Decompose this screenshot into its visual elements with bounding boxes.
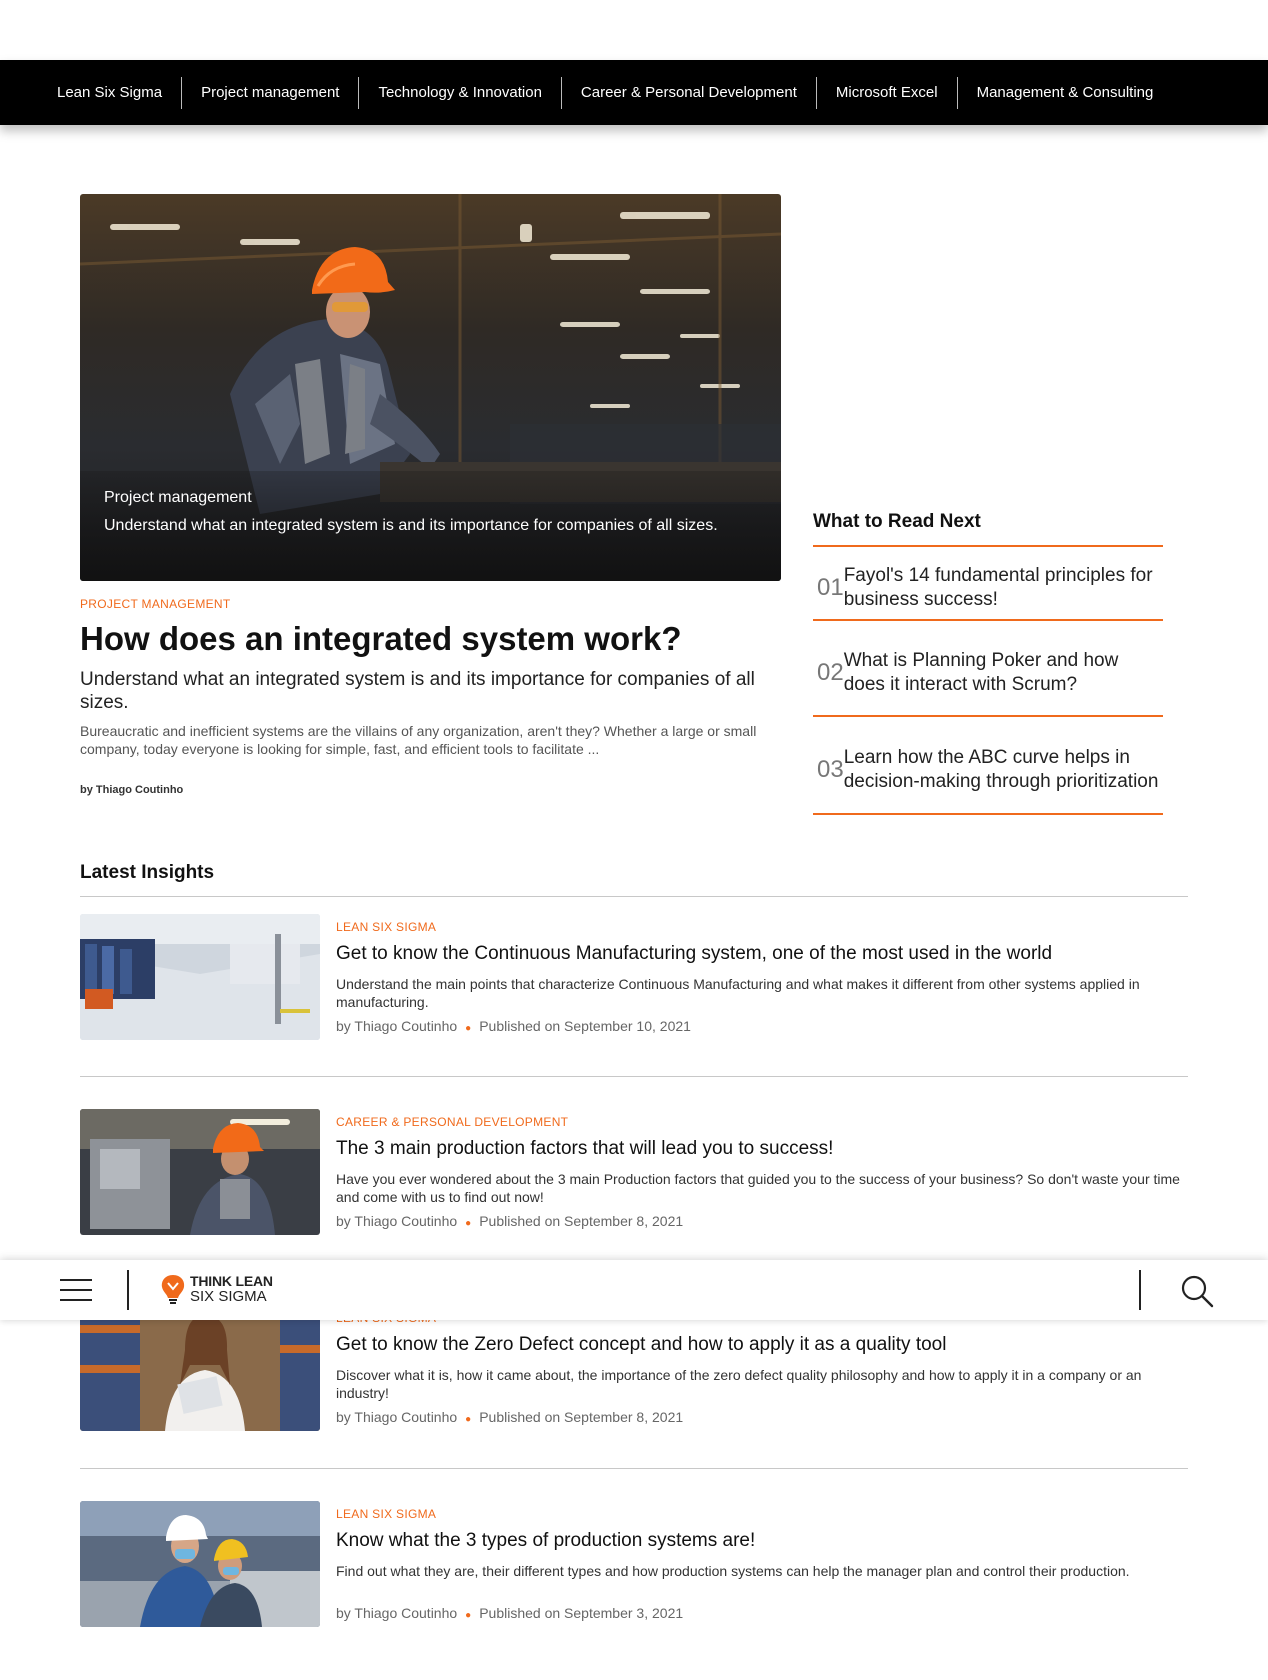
logo-text-line1: THINK LEAN	[190, 1273, 273, 1289]
meta-separator-dot: ●	[465, 1414, 472, 1425]
hero-featured-image[interactable]: Project management Understand what an in…	[80, 194, 781, 581]
article-date: Published on September 8, 2021	[479, 1409, 684, 1425]
nav-item-lean-six-sigma[interactable]: Lean Six Sigma	[38, 76, 183, 109]
read-next-divider	[813, 813, 1163, 815]
logo-text-line2: SIX SIGMA	[190, 1288, 267, 1305]
hero-category: Project management	[104, 489, 252, 506]
article-card: LEAN SIX SIGMA Know what the 3 types of …	[80, 1501, 1188, 1629]
section-divider	[80, 1468, 1188, 1469]
article-date: Published on September 3, 2021	[479, 1605, 684, 1621]
read-next-number: 01	[817, 573, 844, 601]
article-description: Understand the main points that characte…	[336, 976, 1140, 1010]
article-category[interactable]: LEAN SIX SIGMA	[336, 920, 436, 934]
article-card: CAREER & PERSONAL DEVELOPMENT The 3 main…	[80, 1109, 1188, 1237]
article-thumbnail[interactable]	[80, 914, 320, 1040]
read-next-divider	[813, 619, 1163, 621]
worker-machine-image	[80, 1109, 320, 1235]
section-divider	[80, 1076, 1188, 1077]
latest-insights-heading: Latest Insights	[80, 862, 215, 883]
article-description: Have you ever wondered about the 3 main …	[336, 1171, 1180, 1205]
read-next-title[interactable]: What is Planning Poker and how does it i…	[844, 649, 1163, 697]
read-next-item[interactable]: 02 What is Planning Poker and how does i…	[813, 630, 1163, 715]
article-card: LEAN SIX SIGMA Get to know the Zero Defe…	[80, 1305, 1188, 1433]
featured-title[interactable]: How does an integrated system work?	[80, 620, 681, 658]
article-author: by Thiago Coutinho	[336, 1018, 458, 1034]
meta-separator-dot: ●	[465, 1218, 472, 1229]
article-meta: by Thiago Coutinho ● Published on Septembe…	[336, 1409, 683, 1425]
article-title[interactable]: The 3 main production factors that will …	[336, 1138, 833, 1160]
article-card: LEAN SIX SIGMA Get to know the Continuou…	[80, 914, 1188, 1042]
article-meta: by Thiago Coutinho ● Published on Septembe…	[336, 1018, 691, 1034]
hero-caption: Understand what an integrated system is …	[104, 517, 718, 534]
article-date: Published on September 10, 2021	[479, 1018, 691, 1034]
article-thumbnail[interactable]	[80, 1109, 320, 1235]
bar-divider	[1139, 1270, 1141, 1310]
search-icon[interactable]	[1178, 1272, 1218, 1312]
article-thumbnail[interactable]	[80, 1501, 320, 1627]
article-meta: by Thiago Coutinho ● Published on Septembe…	[336, 1605, 683, 1621]
article-date: Published on September 8, 2021	[479, 1213, 684, 1229]
logo-bulb-icon	[161, 1275, 185, 1304]
featured-category[interactable]: PROJECT MANAGEMENT	[80, 597, 231, 611]
article-description: Find out what they are, their different …	[336, 1563, 1130, 1579]
nav-item-career-development[interactable]: Career & Personal Development	[562, 76, 817, 109]
article-meta: by Thiago Coutinho ● Published on Septembe…	[336, 1213, 683, 1229]
nav-item-microsoft-excel[interactable]: Microsoft Excel	[817, 76, 958, 109]
article-title[interactable]: Get to know the Continuous Manufacturing…	[336, 943, 1052, 965]
meta-separator-dot: ●	[465, 1023, 472, 1034]
featured-byline: by Thiago Coutinho	[80, 784, 184, 796]
article-category[interactable]: CAREER & PERSONAL DEVELOPMENT	[336, 1115, 568, 1129]
read-next-number: 03	[817, 755, 844, 783]
meta-separator-dot: ●	[465, 1610, 472, 1621]
warehouse-image	[80, 914, 320, 1040]
article-author: by Thiago Coutinho	[336, 1605, 458, 1621]
featured-excerpt: Bureaucratic and inefficient systems are…	[80, 723, 757, 757]
article-thumbnail[interactable]	[80, 1305, 320, 1431]
article-category[interactable]: LEAN SIX SIGMA	[336, 1507, 436, 1521]
section-divider	[80, 896, 1188, 897]
top-category-nav: Lean Six Sigma Project management Techno…	[0, 60, 1268, 125]
article-author: by Thiago Coutinho	[336, 1409, 458, 1425]
article-author: by Thiago Coutinho	[336, 1213, 458, 1229]
bar-divider	[127, 1270, 129, 1310]
read-next-divider	[813, 715, 1163, 717]
read-next-title[interactable]: Learn how the ABC curve helps in decisio…	[844, 746, 1163, 794]
article-title[interactable]: Get to know the Zero Defect concept and …	[336, 1334, 946, 1356]
read-next-title[interactable]: Fayol's 14 fundamental principles for bu…	[844, 564, 1163, 612]
read-next-number: 02	[817, 658, 844, 686]
nav-item-project-management[interactable]: Project management	[182, 76, 360, 109]
site-logo[interactable]: THINK LEAN SIX SIGMA	[160, 1273, 273, 1305]
sticky-header-bar: THINK LEAN SIX SIGMA	[0, 1260, 1268, 1320]
woman-clipboard-image	[80, 1305, 320, 1431]
nav-item-management-consulting[interactable]: Management & Consulting	[958, 77, 1173, 109]
read-next-heading: What to Read Next	[813, 511, 981, 532]
read-next-item[interactable]: 03 Learn how the ABC curve helps in deci…	[813, 727, 1163, 812]
read-next-divider	[813, 545, 1163, 547]
featured-subtitle: Understand what an integrated system is …	[80, 669, 755, 713]
read-next-item[interactable]: 01 Fayol's 14 fundamental principles for…	[813, 556, 1163, 619]
article-description: Discover what it is, how it came about, …	[336, 1367, 1142, 1401]
nav-item-technology-innovation[interactable]: Technology & Innovation	[359, 76, 562, 109]
menu-icon[interactable]	[60, 1277, 92, 1303]
article-title[interactable]: Know what the 3 types of production syst…	[336, 1530, 755, 1552]
workers-masks-image	[80, 1501, 320, 1627]
